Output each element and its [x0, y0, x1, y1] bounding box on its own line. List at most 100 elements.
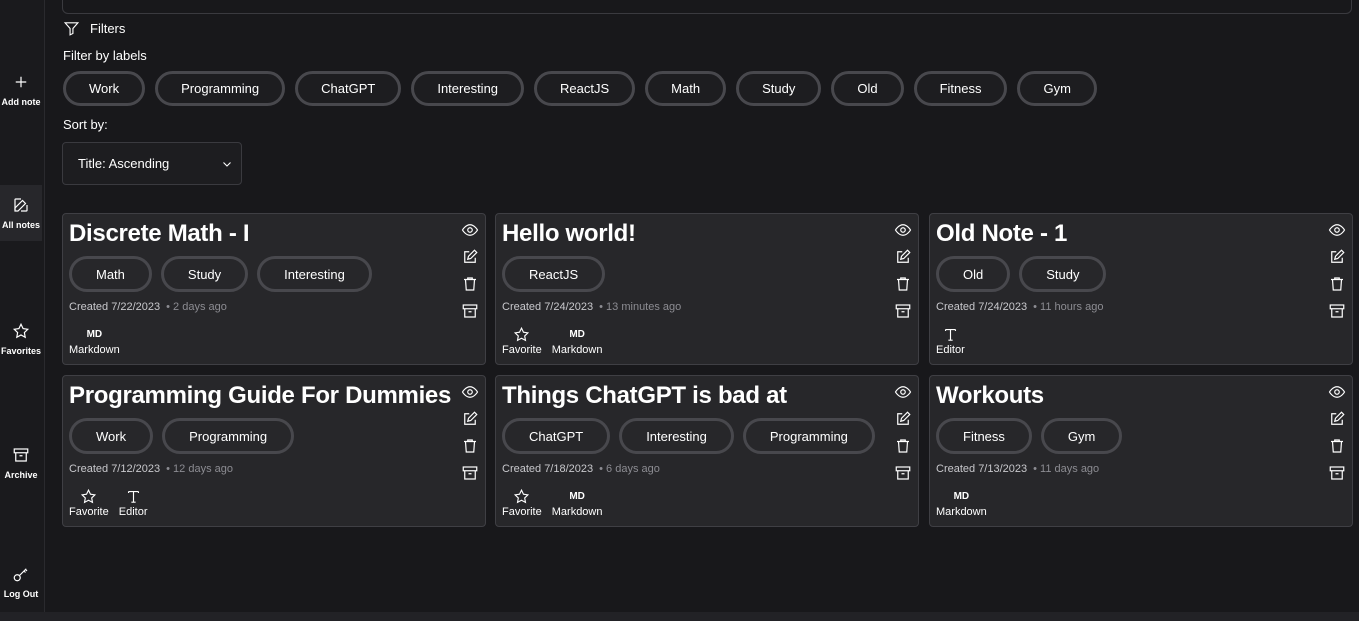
favorite-badge[interactable]: Favorite	[69, 487, 109, 518]
note-title[interactable]: Programming Guide For Dummies	[69, 382, 451, 410]
view-icon[interactable]	[1328, 221, 1346, 239]
favorite-badge[interactable]: Favorite	[502, 487, 542, 518]
note-tag[interactable]: Programming	[162, 418, 295, 454]
view-icon[interactable]	[894, 383, 912, 401]
filter-labels-title: Filter by labels	[63, 48, 147, 63]
note-tag[interactable]: Work	[69, 418, 154, 454]
archive-icon[interactable]	[894, 464, 912, 482]
note-tag[interactable]: Old	[936, 256, 1011, 292]
sidebar-item-favorites[interactable]: Favorites	[0, 322, 42, 356]
note-actions	[1328, 221, 1346, 320]
sidebar-item-log-out[interactable]: Log Out	[0, 565, 42, 599]
star-icon	[514, 326, 530, 341]
favorite-badge[interactable]: Favorite	[502, 325, 542, 356]
note-tag[interactable]: Interesting	[257, 256, 372, 292]
edit-icon[interactable]	[894, 248, 912, 266]
trash-icon[interactable]	[461, 437, 479, 455]
note-tag[interactable]: Math	[69, 256, 152, 292]
note-badges: MD Markdown	[69, 325, 120, 357]
note-card[interactable]: Hello world! ReactJS Created 7/24/2023 • …	[495, 213, 919, 365]
note-type-badge: MD Markdown	[936, 487, 987, 519]
star-icon	[514, 488, 530, 503]
trash-icon[interactable]	[1328, 275, 1346, 293]
note-created-ago: • 11 hours ago	[1033, 301, 1104, 313]
note-created-ago: • 2 days ago	[166, 301, 227, 313]
label-chip[interactable]: ChatGPT	[295, 71, 402, 106]
note-created-ago: • 6 days ago	[599, 463, 660, 475]
label-chip[interactable]: Interesting	[411, 71, 525, 106]
edit-icon[interactable]	[461, 248, 479, 266]
note-title[interactable]: Workouts	[936, 382, 1044, 410]
note-badges: MD Markdown	[936, 487, 987, 519]
note-tag[interactable]: Fitness	[936, 418, 1032, 454]
label-chip[interactable]: Gym	[1017, 71, 1097, 106]
note-title[interactable]: Discrete Math - I	[69, 220, 250, 248]
sidebar: Add note All notes Favorites Archive Log…	[0, 0, 45, 621]
note-card[interactable]: Discrete Math - I Math Study Interesting C…	[62, 213, 486, 365]
archive-icon[interactable]	[1328, 464, 1346, 482]
note-type-label: Markdown	[551, 506, 603, 518]
note-actions	[894, 383, 912, 482]
note-card[interactable]: Workouts Fitness Gym Created 7/13/2023 • 1…	[929, 375, 1353, 527]
note-actions	[1328, 383, 1346, 482]
label-chip[interactable]: Fitness	[913, 71, 1008, 106]
markdown-badge-icon: MD	[569, 328, 585, 340]
note-created-date: Created 7/13/2023	[936, 463, 1028, 475]
edit-icon[interactable]	[894, 410, 912, 428]
edit-icon[interactable]	[1328, 410, 1346, 428]
note-type-label: Markdown	[936, 506, 987, 518]
note-tag[interactable]: Study	[160, 256, 249, 292]
note-title[interactable]: Hello world!	[502, 220, 636, 248]
sidebar-item-add-note[interactable]: Add note	[0, 73, 42, 107]
archive-icon[interactable]	[461, 464, 479, 482]
archive-icon[interactable]	[461, 302, 479, 320]
sidebar-item-all-notes[interactable]: All notes	[0, 185, 42, 241]
trash-icon[interactable]	[1328, 437, 1346, 455]
note-created: Created 7/22/2023 • 2 days ago	[69, 301, 227, 313]
note-card[interactable]: Old Note - 1 Old Study Created 7/24/2023 •…	[929, 213, 1353, 365]
sort-title: Sort by:	[63, 117, 108, 132]
edit-icon[interactable]	[1328, 248, 1346, 266]
note-title[interactable]: Things ChatGPT is bad at	[502, 382, 787, 410]
label-chip[interactable]: Programming	[155, 71, 286, 106]
sidebar-item-label: Add note	[1, 97, 41, 107]
markdown-badge-icon: MD	[86, 328, 103, 340]
note-created: Created 7/24/2023 • 13 minutes ago	[502, 301, 681, 313]
trash-icon[interactable]	[461, 275, 479, 293]
filter-icon	[63, 22, 80, 36]
label-chip[interactable]: Math	[645, 71, 727, 106]
note-tag[interactable]: Study	[1019, 256, 1107, 292]
view-icon[interactable]	[894, 221, 912, 239]
note-tag[interactable]: ChatGPT	[502, 418, 611, 454]
favorite-label: Favorite	[502, 344, 542, 356]
search-bar[interactable]	[62, 0, 1352, 14]
sidebar-item-archive[interactable]: Archive	[0, 446, 42, 480]
view-icon[interactable]	[461, 383, 479, 401]
note-created-date: Created 7/24/2023	[936, 301, 1028, 313]
trash-icon[interactable]	[894, 437, 912, 455]
note-tag[interactable]: Interesting	[619, 418, 734, 454]
note-tag[interactable]: ReactJS	[502, 256, 606, 292]
view-icon[interactable]	[1328, 383, 1346, 401]
edit-icon	[14, 198, 28, 212]
archive-icon[interactable]	[1328, 302, 1346, 320]
note-created: Created 7/18/2023 • 6 days ago	[502, 463, 660, 475]
note-card[interactable]: Programming Guide For Dummies Work Progra…	[62, 375, 486, 527]
note-card[interactable]: Things ChatGPT is bad at ChatGPT Interest…	[495, 375, 919, 527]
filters-header[interactable]: Filters	[63, 20, 125, 37]
sort-select[interactable]: Title: Ascending	[62, 142, 242, 185]
trash-icon[interactable]	[894, 275, 912, 293]
note-title[interactable]: Old Note - 1	[936, 220, 1067, 248]
label-chip[interactable]: ReactJS	[534, 71, 636, 106]
label-chip[interactable]: Old	[831, 71, 904, 106]
view-icon[interactable]	[461, 221, 479, 239]
note-tag[interactable]: Programming	[742, 418, 875, 454]
label-chip[interactable]: Work	[63, 71, 146, 106]
label-chip[interactable]: Study	[736, 71, 822, 106]
sidebar-item-label: Archive	[4, 470, 38, 480]
archive-icon[interactable]	[894, 302, 912, 320]
note-actions	[461, 383, 479, 482]
chevron-down-icon	[223, 161, 231, 167]
note-tag[interactable]: Gym	[1040, 418, 1123, 454]
edit-icon[interactable]	[461, 410, 479, 428]
